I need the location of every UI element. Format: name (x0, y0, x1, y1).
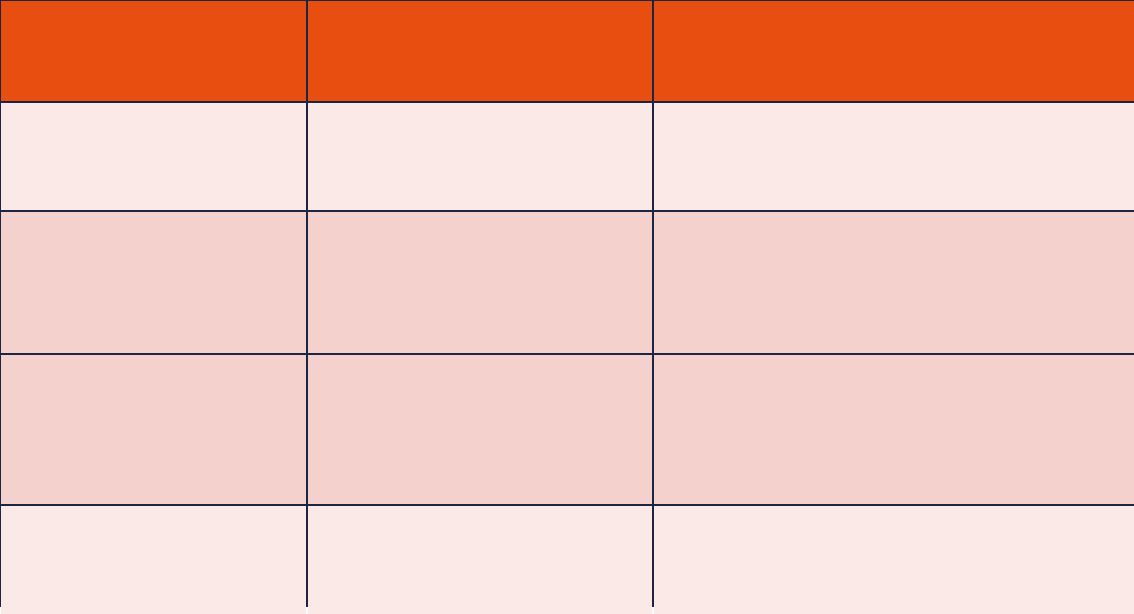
table-cell (654, 103, 1134, 210)
table-cell (308, 355, 652, 504)
table-cell (308, 103, 652, 210)
table-cell (654, 506, 1134, 614)
table-cell (1, 103, 306, 210)
header-cell-3 (654, 1, 1134, 101)
table-cell (1, 506, 306, 614)
table-cell (654, 355, 1134, 504)
data-table (0, 0, 1134, 614)
header-cell-2 (308, 1, 652, 101)
header-cell-1 (1, 1, 306, 101)
table-cell (1, 212, 306, 353)
table-cell (1, 355, 306, 504)
table-cell (308, 212, 652, 353)
table-cell (654, 212, 1134, 353)
table-cell (308, 506, 652, 614)
